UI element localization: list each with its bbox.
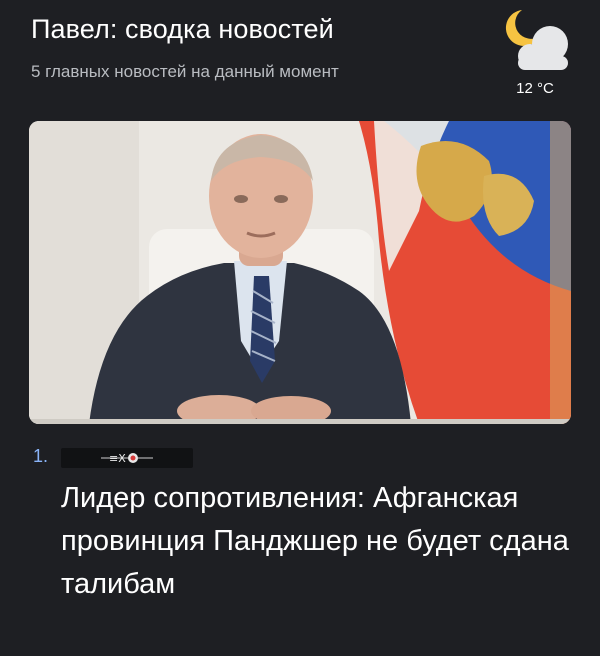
page-title: Павел: сводка новостей [31,14,334,44]
page-subtitle: 5 главных новостей на данный момент [31,62,339,81]
briefing-header: Павел: сводка новостей 5 главных новосте… [0,0,600,110]
ekho-moskvy-logo[interactable]: ≡Х [61,448,193,468]
news-item-meta: 1. ≡Х [33,446,233,470]
news-index: 1. [33,446,49,466]
svg-text:≡Х: ≡Х [109,452,126,465]
moon-cloud-icon [505,10,568,70]
weather-widget[interactable]: 12 °C [496,6,580,106]
news-photo[interactable] [29,121,571,424]
news-headline[interactable]: Лидер сопротивления: Афганская провинция… [61,477,571,606]
temperature-label: 12 °C [516,80,554,97]
